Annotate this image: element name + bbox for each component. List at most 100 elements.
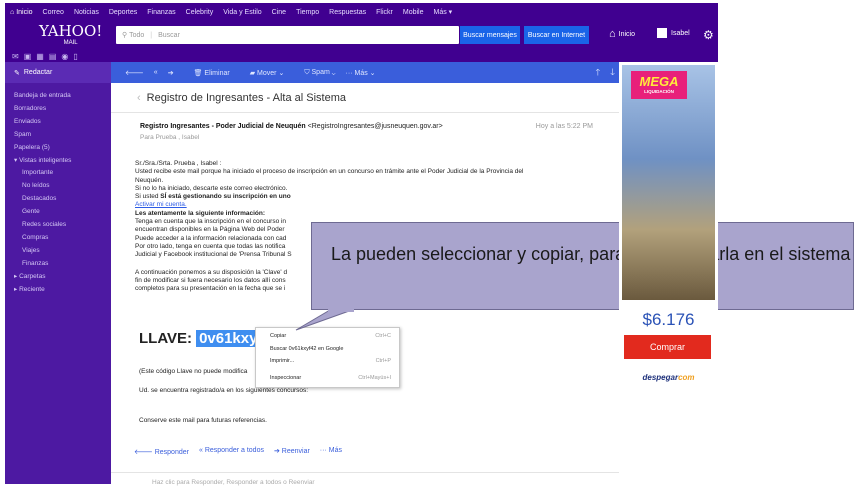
recent-label: Reciente (19, 286, 45, 294)
topnav-noticias[interactable]: Noticias (74, 9, 99, 16)
sidebar-item-drafts[interactable]: Borradores (5, 105, 111, 118)
reply-action[interactable]: 🡐 Responder (134, 447, 189, 456)
context-inspect[interactable]: Inspeccionar (270, 375, 301, 381)
email-subject-text: Registro de Ingresantes - Alta al Sistem… (146, 92, 346, 104)
topnav-finanzas[interactable]: Finanzas (147, 9, 175, 16)
spam-button[interactable]: ⛉ Spam ⌄ (294, 69, 335, 77)
topnav-inicio-label: Inicio (16, 8, 33, 16)
move-button[interactable]: ▰ Mover ⌄ (240, 69, 285, 77)
user-name: Isabel (671, 29, 690, 37)
sidebar-item-folders[interactable]: ▸ Carpetas (5, 272, 111, 285)
ad-image[interactable]: MEGA LIQUIDACIÓN (622, 65, 715, 300)
avatar (657, 28, 667, 38)
forward-icon[interactable]: ➔ (168, 69, 174, 77)
mail-icon[interactable]: ✉ (12, 52, 19, 61)
topnav-vida-estilo[interactable]: Vida y Estilo (223, 9, 261, 16)
more-action-label: Más (328, 447, 342, 454)
topnav-respuestas[interactable]: Respuestas (329, 9, 366, 16)
app-icons-row: ✉ ▣ ▦ ▤ ◉ ▯ (12, 52, 78, 61)
email-sender[interactable]: Registro Ingresantes - Poder Judicial de… (140, 123, 443, 130)
top-nav-bar: ⌂ Inicio Correo Noticias Deportes Finanz… (5, 3, 718, 21)
sidebar-item-starred[interactable]: Destacados (5, 195, 111, 208)
search-scope[interactable]: Todo (129, 32, 144, 39)
sidebar-item-finance[interactable]: Finanzas (5, 260, 111, 273)
context-copy[interactable]: Copiar (270, 333, 286, 339)
search-web-button[interactable]: Buscar en Internet (524, 26, 589, 44)
contacts-icon[interactable]: ▣ (24, 52, 32, 61)
llave-note: (Este código Llave no puede modifica (139, 368, 248, 375)
user-menu[interactable]: Isabel (657, 28, 690, 38)
reply-icon[interactable]: 🡐 (125, 68, 144, 77)
reply-all-action[interactable]: « Responder a todos (199, 447, 264, 456)
sidebar-item-shopping[interactable]: Compras (5, 234, 111, 247)
forward-action[interactable]: ➔ Reenviar (274, 447, 310, 456)
callout-pointer (295, 307, 354, 331)
home-label: Inicio (618, 30, 635, 38)
topnav-mobile[interactable]: Mobile (403, 9, 424, 16)
topnav-correo[interactable]: Correo (43, 9, 64, 16)
sidebar-item-travel[interactable]: Viajes (5, 247, 111, 260)
prev-message-icon[interactable]: 🡑 (596, 65, 601, 81)
delete-label: Eliminar (204, 69, 230, 77)
calendar-icon[interactable]: ▦ (36, 52, 44, 61)
gear-icon[interactable]: ⚙ (703, 28, 714, 42)
reply-all-icon[interactable]: « (154, 69, 158, 76)
topnav-deportes[interactable]: Deportes (109, 9, 137, 16)
context-copy-shortcut: Ctrl+C (375, 333, 391, 339)
ad-mega-text: MEGA (639, 74, 679, 89)
context-search-google[interactable]: Buscar 0v61kxyf42 en Google (270, 346, 343, 352)
keep-note: Conserve este mail para futuras referenc… (139, 417, 267, 424)
sidebar-item-recent[interactable]: ▸ Reciente (5, 285, 111, 298)
topnav-mas[interactable]: Más ▾ (433, 8, 452, 16)
smart-views-label: Vistas inteligentes (19, 157, 72, 165)
message-toolbar: 🡐 « ➔ 🗑 Eliminar ▰ Mover ⌄ ⛉ Spam ⌄ ··· … (111, 62, 632, 83)
search-box[interactable]: ⚲ Todo | Buscar (116, 26, 459, 44)
ad-buy-button[interactable]: Comprar (624, 335, 711, 359)
reply-divider (111, 472, 619, 473)
body-p2: Si no lo ha iniciado, descarte este corr… (135, 184, 288, 192)
notepad-icon[interactable]: ▤ (49, 52, 57, 61)
quick-reply-box[interactable]: Haz clic para Responder, Responder a tod… (152, 479, 315, 486)
sidebar-item-spam[interactable]: Spam (5, 131, 111, 144)
callout-text: La pueden seleccionar y copiar, para lue… (331, 244, 851, 264)
email-time: Hoy a las 5:22 PM (535, 123, 593, 130)
compose-button[interactable]: ✎ Redactar (5, 62, 111, 83)
sidebar-item-inbox[interactable]: Bandeja de entrada (5, 92, 111, 105)
search-messages-button[interactable]: Buscar mensajes (460, 26, 520, 44)
search-divider: | (150, 31, 153, 39)
sidebar-item-important[interactable]: Importante (5, 169, 111, 182)
compose-label: Redactar (23, 69, 53, 76)
more-action[interactable]: ··· Más (320, 447, 342, 456)
sidebar-item-trash[interactable]: Papelera (5) (5, 144, 111, 157)
header-home-link[interactable]: ⌂ Inicio (609, 28, 635, 40)
sidebar-item-people[interactable]: Gente (5, 208, 111, 221)
delete-button[interactable]: 🗑 Eliminar (184, 69, 230, 77)
annotation-callout: La pueden seleccionar y copiar, para lue… (311, 222, 854, 310)
topnav-inicio[interactable]: ⌂ Inicio (10, 9, 33, 16)
sender-email: <RegistroIngresantes@jusneuquen.gov.ar> (307, 123, 443, 130)
forward-label: Reenviar (281, 448, 310, 455)
sidebar-item-social[interactable]: Redes sociales (5, 221, 111, 234)
sidebar-item-unread[interactable]: No leídos (5, 182, 111, 195)
more-button[interactable]: ··· Más ⌄ (346, 69, 376, 77)
sidebar-item-smart-views[interactable]: ▾ Vistas inteligentes (5, 156, 111, 169)
topnav-cine[interactable]: Cine (272, 9, 286, 16)
folder-list: Bandeja de entrada Borradores Enviados S… (5, 83, 111, 298)
search-icon: ⚲ (122, 32, 128, 39)
topnav-tiempo[interactable]: Tiempo (296, 9, 319, 16)
trash-icon: 🗑 (193, 69, 203, 77)
topnav-celebrity[interactable]: Celebrity (186, 9, 214, 16)
sidebar-item-sent[interactable]: Enviados (5, 118, 111, 131)
topnav-flickr[interactable]: Flickr (376, 9, 393, 16)
activate-account-link[interactable]: Activar mi cuenta. (135, 201, 595, 209)
messenger-icon[interactable]: ◉ (61, 52, 68, 61)
context-inspect-shortcut: Ctrl+Mayús+I (358, 375, 391, 381)
next-message-icon[interactable]: 🡓 (610, 65, 615, 81)
collapse-icon[interactable]: ‹ (137, 92, 141, 104)
reply-label: Responder (154, 449, 189, 456)
ad-brand-logo[interactable]: despegarcom (619, 373, 718, 382)
newsfeed-icon[interactable]: ▯ (73, 52, 77, 61)
context-print[interactable]: Imprimir... (270, 358, 294, 364)
context-menu: Copiar Ctrl+C Buscar 0v61kxyf42 en Googl… (255, 327, 400, 388)
yahoo-mail-logo[interactable]: YAHOO! MAIL (39, 24, 102, 49)
